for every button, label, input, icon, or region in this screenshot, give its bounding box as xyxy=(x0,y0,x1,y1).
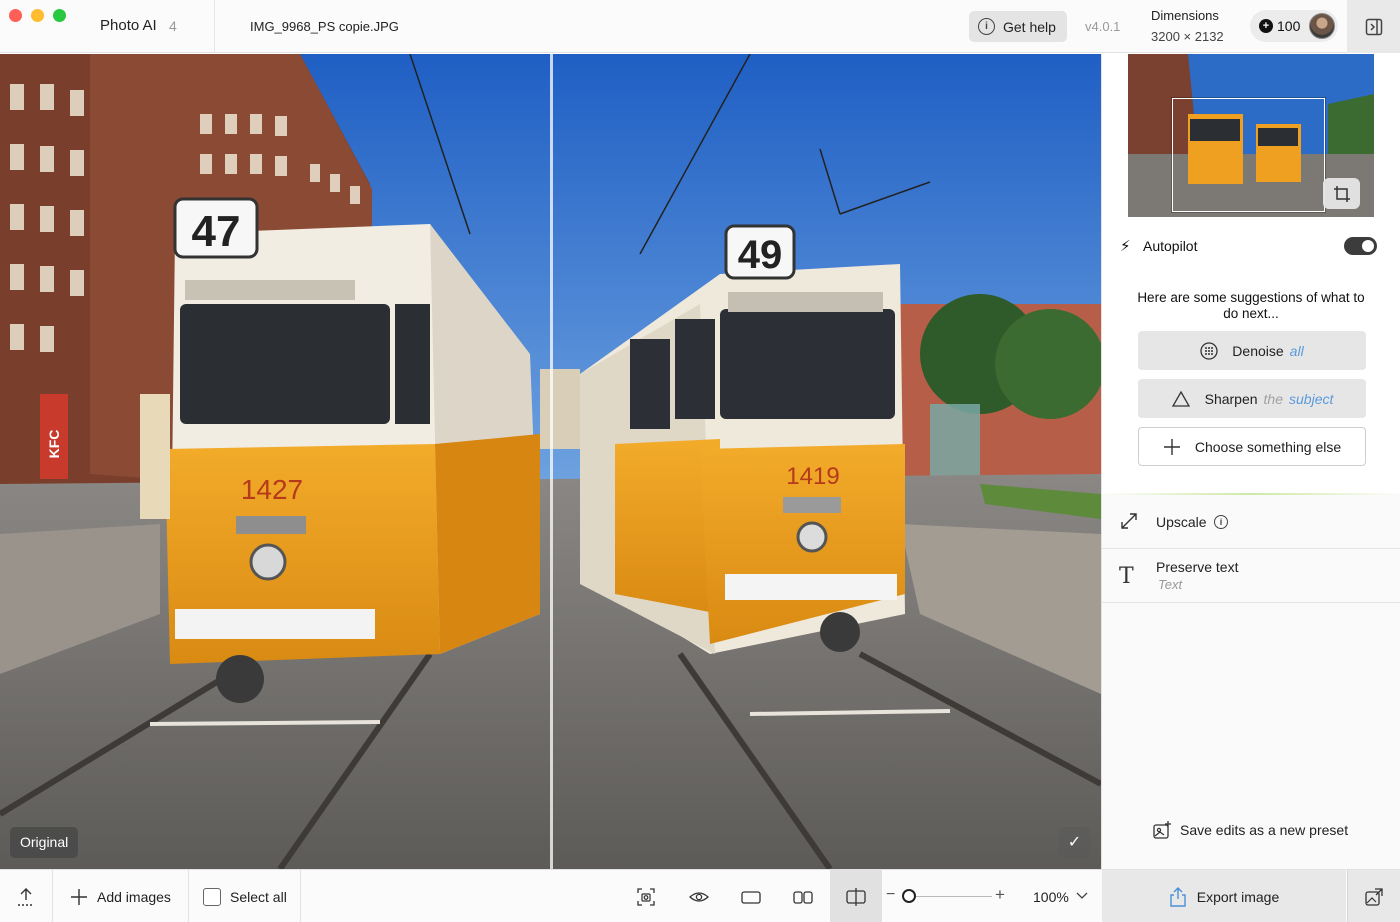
credits-pill[interactable]: + 100 xyxy=(1250,10,1338,42)
image-count[interactable]: 4 xyxy=(169,18,177,34)
denoise-label: Denoise xyxy=(1232,342,1284,359)
expand-arrows-icon xyxy=(1119,511,1139,536)
denoise-scope: all xyxy=(1289,342,1304,359)
plus-icon xyxy=(71,888,87,905)
title-bar: Photo AI 4 IMG_9968_PS copie.JPG i Get h… xyxy=(0,0,1400,53)
preserve-text-row[interactable]: T Preserve text Text xyxy=(1102,549,1400,603)
image-canvas[interactable]: 47 1427 KFC 49 1419 Original ✓ xyxy=(0,54,1101,869)
chevron-down-icon[interactable] xyxy=(1076,892,1088,900)
autopilot-label: Autopilot xyxy=(1143,238,1198,254)
checkmark-icon[interactable]: ✓ xyxy=(1059,827,1090,858)
zoom-value[interactable]: 100% xyxy=(1033,889,1069,905)
select-all-control[interactable]: Select all xyxy=(203,870,287,922)
get-help-label: Get help xyxy=(1003,18,1056,35)
upscale-label: Upscale xyxy=(1156,514,1207,530)
image-export-icon xyxy=(1365,887,1383,906)
choose-something-else-button[interactable]: Choose something else xyxy=(1138,427,1366,466)
right-panel: ⚡︎ Autopilot Here are some suggestions o… xyxy=(1101,54,1400,869)
right-tram-route-number: 49 xyxy=(738,233,783,277)
kfc-sign-text: KFC xyxy=(46,430,62,459)
sharpen-button[interactable]: Sharpen the subject xyxy=(1138,379,1366,418)
upscale-info-icon[interactable]: i xyxy=(1214,515,1228,529)
zoom-out-button[interactable]: − xyxy=(886,886,895,904)
split-view-icon xyxy=(846,887,866,906)
select-all-checkbox[interactable] xyxy=(203,887,221,906)
version-label: v4.0.1 xyxy=(1085,19,1121,34)
upload-icon xyxy=(18,887,34,906)
choose-something-else-label: Choose something else xyxy=(1194,438,1342,455)
dimensions-value: 3200 × 2132 xyxy=(1151,29,1224,44)
avatar[interactable] xyxy=(1309,13,1335,39)
zoom-in-button[interactable]: + xyxy=(995,885,1005,905)
info-icon: i xyxy=(978,18,995,35)
credit-plus-icon: + xyxy=(1259,19,1273,33)
left-tram-fleet-number: 1427 xyxy=(241,474,303,505)
side-by-side-icon xyxy=(793,890,813,904)
sharpen-label: Sharpen xyxy=(1204,390,1258,407)
save-preset-label: Save edits as a new preset xyxy=(1180,822,1349,838)
export-image-button[interactable]: Export image xyxy=(1102,870,1346,922)
suggestion-text: Here are some suggestions of what to do … xyxy=(1137,290,1365,321)
plus-icon xyxy=(1163,438,1181,456)
eye-icon xyxy=(689,891,709,902)
divider xyxy=(300,870,301,922)
single-view-icon xyxy=(741,890,761,904)
toggle-sidebar-button[interactable] xyxy=(1347,0,1400,53)
divider xyxy=(52,870,53,922)
sharpen-scope: subject xyxy=(1289,390,1334,407)
app-title: Photo AI xyxy=(100,17,157,34)
preview-toggle-button[interactable] xyxy=(679,870,719,922)
divider xyxy=(188,870,189,922)
crop-button[interactable] xyxy=(1323,178,1360,209)
bolt-icon: ⚡︎ xyxy=(1120,238,1131,255)
camera-frame-icon xyxy=(637,887,655,906)
text-t-icon: T xyxy=(1119,564,1134,589)
share-icon xyxy=(1170,886,1186,907)
preserve-text-subtitle: Text xyxy=(1158,577,1183,592)
get-help-button[interactable]: i Get help xyxy=(969,11,1067,42)
sharpen-scope-prefix: the xyxy=(1263,390,1284,407)
minimize-window-button[interactable] xyxy=(31,9,44,22)
upscale-row[interactable]: Upscale i xyxy=(1102,495,1400,549)
preset-icon xyxy=(1153,821,1171,839)
autopilot-toggle[interactable] xyxy=(1344,237,1377,255)
select-all-label: Select all xyxy=(230,888,287,905)
preserve-text-label: Preserve text xyxy=(1156,559,1239,575)
original-label: Original xyxy=(10,827,79,858)
bottom-toolbar: Add images Select all − + 100% Export im… xyxy=(0,869,1400,922)
split-view-button[interactable] xyxy=(830,870,882,922)
file-name: IMG_9968_PS copie.JPG xyxy=(250,19,399,34)
comparison-split-handle[interactable] xyxy=(550,54,553,869)
denoise-icon xyxy=(1200,341,1218,360)
add-images-button[interactable]: Add images xyxy=(70,870,171,922)
sharpen-icon xyxy=(1171,390,1191,408)
autopilot-section: ⚡︎ Autopilot Here are some suggestions o… xyxy=(1102,54,1400,494)
viewport-frame[interactable] xyxy=(1172,98,1325,212)
divider xyxy=(214,0,215,53)
crop-icon xyxy=(1333,185,1350,202)
dimensions-label: Dimensions xyxy=(1151,8,1219,23)
denoise-button[interactable]: Denoise all xyxy=(1138,331,1366,370)
screenshot-button[interactable] xyxy=(626,870,666,922)
credits-value: 100 xyxy=(1277,18,1301,34)
import-button[interactable] xyxy=(6,870,46,922)
add-images-label: Add images xyxy=(97,888,171,905)
zoom-window-button[interactable] xyxy=(53,9,66,22)
export-image-label: Export image xyxy=(1196,888,1280,905)
zoom-slider-track[interactable] xyxy=(904,896,992,897)
save-preset-button[interactable]: Save edits as a new preset xyxy=(1152,820,1348,840)
right-tram-fleet-number: 1419 xyxy=(786,463,839,490)
zoom-slider-thumb[interactable] xyxy=(902,889,917,903)
sidebar-toggle-icon xyxy=(1365,18,1382,35)
export-options-button[interactable] xyxy=(1347,870,1400,922)
side-by-side-button[interactable] xyxy=(783,870,823,922)
left-tram-route-number: 47 xyxy=(192,207,241,256)
single-view-button[interactable] xyxy=(731,870,771,922)
close-window-button[interactable] xyxy=(9,9,22,22)
